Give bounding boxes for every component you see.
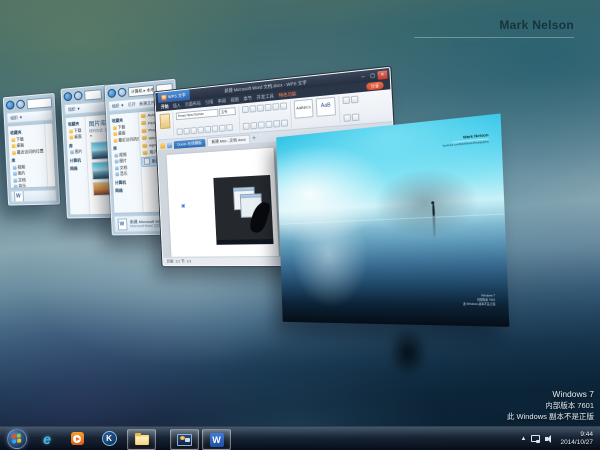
page-indicator: 页面: 1/1 节: 1/1 [166,259,191,265]
minimize-button[interactable]: – [358,72,368,81]
tab-view[interactable]: 视图 [230,96,239,103]
media-player-icon[interactable] [66,430,88,447]
wallpaper-photo: Mark Nelson facebook.com/MarkNelsonPhoto… [276,113,509,326]
folder-icon [142,128,147,132]
tab-special-features[interactable]: 特色功能 [278,91,296,99]
nav-recent[interactable]: 最近访问的位置 [11,148,44,156]
address-bar[interactable] [27,97,53,109]
image-anchor-icon: ▣ [181,203,185,209]
embedded-screenshot-image[interactable] [213,175,274,245]
organize-button[interactable]: 组织 ▼ [112,102,124,109]
internet-explorer-icon[interactable]: e [36,430,58,447]
wps-w-icon: W [210,433,224,447]
forward-icon[interactable] [74,91,83,101]
flip-window-desktop[interactable]: Mark Nelson facebook.com/MarkNelsonPhoto… [276,113,509,326]
document-page[interactable]: ▣ [167,148,280,257]
monitor-icon [177,434,192,446]
nav-music[interactable]: 音乐 [114,170,139,178]
windows-flag-icon [12,433,22,443]
tab-references[interactable]: 引用 [205,99,213,106]
tray-clock[interactable]: 9:44 2014/10/27 [560,431,595,447]
nav-computer[interactable]: 计算机 [115,179,140,186]
close-button[interactable]: × [377,70,387,80]
forward-icon[interactable] [16,99,25,109]
find-replace-buttons[interactable] [342,96,358,105]
navigation-pane[interactable]: 收藏夹 下载 桌面 最近访问的位置 库 视频 图片 文档 音乐 计算机 网络 [8,124,48,188]
wps-logo-icon: W [161,94,166,100]
photo-reflection-shadow [382,326,434,392]
save-icon[interactable] [167,142,172,148]
tab-review[interactable]: 审阅 [218,98,226,105]
nav-computer[interactable]: 计算机 [70,157,85,164]
watermark-name: Mark Nelson [414,18,574,32]
back-icon[interactable] [6,100,15,110]
desktop-watermark: Mark Nelson facebook.com/MarkNelsonPhoto… [414,18,574,49]
open-button[interactable]: 打开 [128,101,136,108]
watermark-url: facebook.com/MarkNelsonPhotography [414,42,574,49]
photo-genuine-notice: Windows 7 内部版本 7601 此 Windows 副本不是正版 [463,294,496,307]
explorer-toolbar[interactable]: 组织 ▼ [6,109,53,123]
tab-page-layout[interactable]: 页面布局 [185,100,201,107]
back-icon[interactable] [64,92,73,102]
word-doc-icon [118,218,128,230]
folder-icon [142,136,147,140]
nav-music[interactable]: 音乐 [13,183,46,188]
font-name-select[interactable]: Times New Roman [176,109,219,121]
paste-icon[interactable] [160,113,171,129]
k-app-icon[interactable]: K [98,430,120,447]
word-doc-icon [144,158,150,165]
address-bar[interactable]: 计算机 ▸ 本地磁盘 (C:) ▸ [128,84,154,96]
photo-watermark: Mark Nelson facebook.com/MarkNelsonPhoto… [442,132,489,148]
horizon-line [279,213,504,224]
system-tray: ▲ 9:44 2014/10/27 [521,427,600,450]
network-icon[interactable] [531,435,540,443]
nav-pictures[interactable]: 图片 [69,148,84,155]
tab-section[interactable]: 章节 [243,95,252,102]
forward-icon[interactable] [118,88,127,98]
taskbar: e K W ▲ 9:44 2014/10/27 [0,426,600,450]
organize-button[interactable]: 组织 ▼ [10,114,23,121]
nav-desktop[interactable]: 桌面 [68,134,83,141]
align-buttons[interactable] [243,119,288,130]
clock-date: 2014/10/27 [560,439,593,446]
explorer-taskbar-button[interactable] [127,429,156,450]
tray-expand-icon[interactable]: ▲ [521,436,527,442]
tab-developer[interactable]: 开发工具 [256,93,274,101]
tab-insert[interactable]: 插入 [173,102,181,108]
folder-icon [143,151,148,155]
person-silhouette [432,203,435,215]
font-format-buttons[interactable] [177,124,237,136]
tab-home[interactable]: 开始 [161,103,169,109]
style-card-heading[interactable]: AaB [316,97,336,117]
start-button[interactable] [7,429,27,449]
nav-recent[interactable]: 最近访问的位置 [113,136,138,144]
folder-icon [141,113,146,117]
folder-icon [141,121,146,125]
flip-window-explorer-back[interactable]: 组织 ▼ 收藏夹 下载 桌面 最近访问的位置 库 视频 图片 文档 音乐 计算机… [3,93,60,206]
font-size-select[interactable]: 五号 [219,107,236,116]
display-app-taskbar-button[interactable] [170,429,199,450]
flip3d-screen: Mark Nelson facebook.com/MarkNelsonPhoto… [0,0,600,450]
restore-button[interactable]: ▢ [368,71,378,80]
volume-icon[interactable] [545,434,555,443]
paragraph-buttons[interactable] [242,102,287,113]
watermark-divider [414,37,574,38]
genuine-notice: Windows 7 内部版本 7601 此 Windows 副本不是正版 [507,389,594,422]
back-icon[interactable] [107,89,116,99]
clock-time: 9:44 [580,431,593,438]
address-bar[interactable] [84,89,101,100]
file-icon [14,190,24,202]
home-icon[interactable] [160,143,165,149]
details-pane [10,189,57,202]
folder-icon [142,143,147,147]
screenshot-taskbar [216,239,274,245]
organize-button[interactable]: 组织 ▼ [68,105,81,112]
nav-network[interactable]: 网络 [70,165,85,172]
nav-network[interactable]: 网络 [115,187,140,194]
style-card-normal[interactable]: AaBbCc [294,99,314,119]
folder-icon [135,435,149,445]
wps-taskbar-button[interactable]: W [202,429,231,450]
